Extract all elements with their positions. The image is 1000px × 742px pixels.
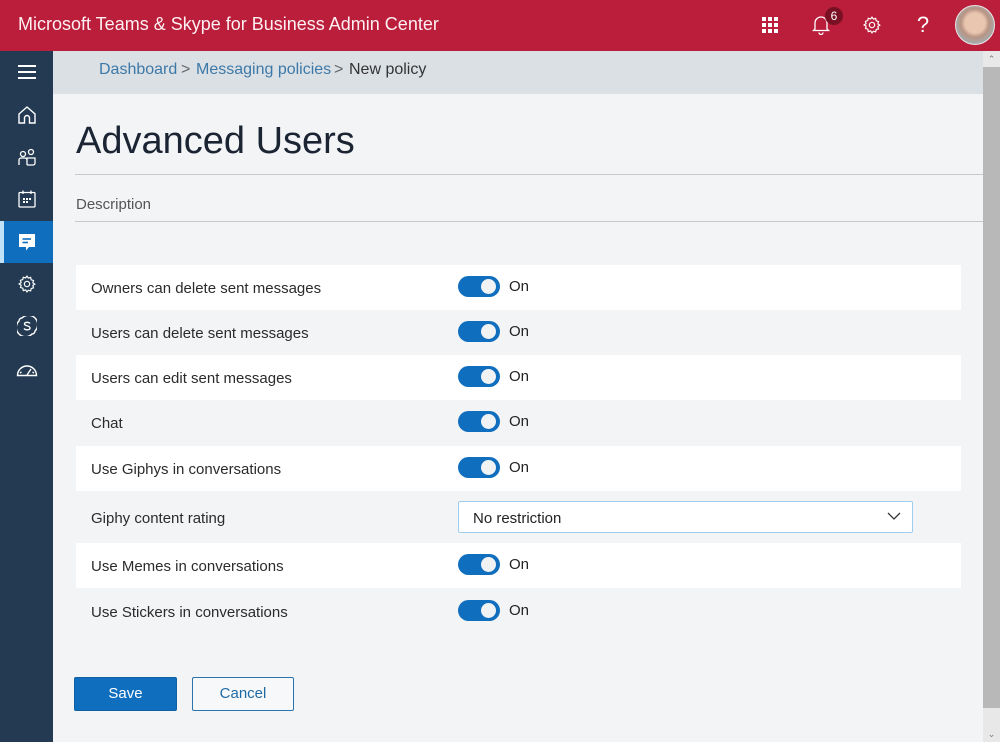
users-icon — [17, 148, 36, 166]
setting-row-owners-delete: Owners can delete sent messages On — [76, 265, 961, 310]
app-launcher-icon[interactable] — [755, 10, 785, 40]
users-edit-toggle[interactable] — [458, 366, 500, 387]
toggle-state: On — [509, 368, 530, 385]
sidebar — [0, 51, 53, 742]
avatar[interactable] — [955, 5, 995, 45]
setting-label: Use Stickers in conversations — [91, 604, 288, 621]
breadcrumb-dashboard[interactable]: Dashboard — [99, 61, 177, 79]
stickers-toggle[interactable] — [458, 600, 500, 621]
setting-label: Owners can delete sent messages — [91, 280, 322, 297]
scroll-down-icon[interactable]: ⌄ — [983, 726, 1000, 742]
toggle-knob — [481, 460, 496, 475]
gear-icon — [862, 16, 881, 34]
app-title: Microsoft Teams & Skype for Business Adm… — [18, 14, 439, 34]
toggle-knob — [481, 279, 496, 294]
setting-row-stickers: Use Stickers in conversations On — [76, 589, 961, 634]
cancel-button[interactable]: Cancel — [192, 677, 294, 711]
memes-toggle[interactable] — [458, 554, 500, 575]
skype-icon — [16, 316, 37, 336]
chat-toggle[interactable] — [458, 411, 500, 432]
settings-button[interactable] — [857, 10, 887, 40]
setting-label: Giphy content rating — [91, 510, 226, 527]
notification-badge: 6 — [825, 7, 843, 25]
sidebar-item-messaging-policies[interactable] — [0, 221, 53, 263]
toggle-knob — [481, 603, 496, 618]
sidebar-item-users[interactable] — [0, 136, 53, 178]
divider — [75, 221, 983, 222]
toggle-state: On — [509, 459, 530, 476]
hamburger-icon — [17, 65, 36, 79]
giphys-toggle[interactable] — [458, 457, 500, 478]
speedometer-icon — [16, 365, 37, 377]
sidebar-item-org-settings[interactable] — [0, 263, 53, 305]
setting-row-memes: Use Memes in conversations On — [76, 543, 961, 588]
setting-row-giphy-rating: Giphy content rating No restriction — [76, 491, 961, 543]
setting-label: Users can edit sent messages — [91, 370, 292, 387]
toggle-state: On — [509, 278, 530, 295]
toggle-state: On — [509, 556, 530, 573]
toggle-state: On — [509, 602, 530, 619]
home-icon — [17, 106, 36, 124]
breadcrumb: Dashboard > Messaging policies > New pol… — [53, 51, 983, 94]
giphy-rating-dropdown[interactable]: No restriction — [458, 501, 913, 533]
divider — [75, 174, 983, 175]
users-delete-toggle[interactable] — [458, 321, 500, 342]
toggle-knob — [481, 369, 496, 384]
setting-label: Use Giphys in conversations — [91, 461, 282, 478]
owners-delete-toggle[interactable] — [458, 276, 500, 297]
breadcrumb-separator: > — [181, 61, 191, 78]
sidebar-item-call-quality[interactable] — [0, 348, 53, 390]
help-icon[interactable]: ? — [908, 10, 938, 40]
vertical-scrollbar[interactable]: ⌃ ⌄ — [983, 51, 1000, 742]
setting-row-giphys: Use Giphys in conversations On — [76, 446, 961, 491]
toggle-knob — [481, 557, 496, 572]
scroll-up-icon[interactable]: ⌃ — [983, 51, 1000, 67]
setting-row-users-edit: Users can edit sent messages On — [76, 355, 961, 400]
chevron-down-icon — [887, 512, 901, 520]
notifications-button[interactable]: 6 — [806, 7, 843, 40]
setting-row-chat: Chat On — [76, 400, 961, 445]
breadcrumb-separator: > — [334, 61, 344, 78]
sidebar-item-skype[interactable] — [0, 305, 53, 347]
dropdown-value: No restriction — [473, 510, 562, 527]
setting-label: Use Memes in conversations — [91, 558, 284, 575]
toggle-state: On — [509, 323, 530, 340]
calendar-icon — [17, 190, 36, 208]
description-input[interactable]: Description — [76, 196, 151, 213]
setting-label: Users can delete sent messages — [91, 325, 309, 342]
sidebar-menu-toggle[interactable] — [0, 51, 53, 93]
top-bar: Microsoft Teams & Skype for Business Adm… — [0, 0, 1000, 51]
sidebar-item-dashboard[interactable] — [0, 94, 53, 136]
toggle-knob — [481, 414, 496, 429]
save-button[interactable]: Save — [74, 677, 177, 711]
chat-icon — [18, 234, 35, 251]
setting-label: Chat — [91, 415, 123, 432]
gear-icon — [17, 275, 36, 293]
policy-name-input[interactable]: Advanced Users — [76, 120, 355, 163]
sidebar-item-meetings[interactable] — [0, 178, 53, 220]
toggle-knob — [481, 324, 496, 339]
breadcrumb-current: New policy — [349, 61, 427, 78]
toggle-state: On — [509, 413, 530, 430]
scroll-thumb[interactable] — [983, 67, 1000, 708]
breadcrumb-messaging-policies[interactable]: Messaging policies — [196, 61, 331, 79]
setting-row-users-delete: Users can delete sent messages On — [76, 310, 961, 355]
